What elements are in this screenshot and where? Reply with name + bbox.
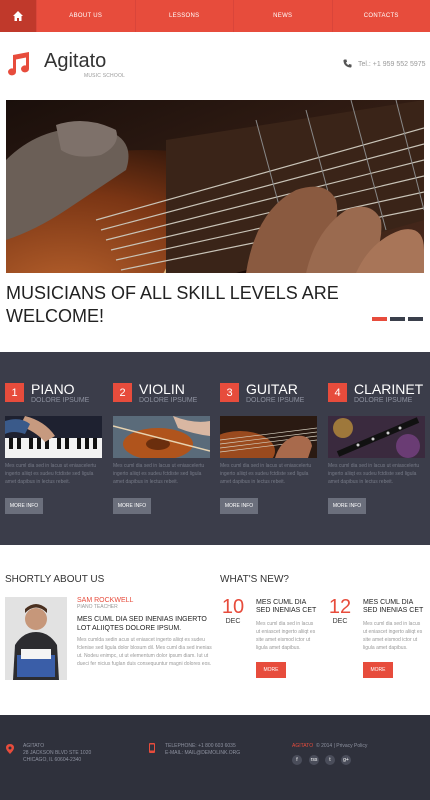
news-headline[interactable]: Mes cuml dia sed inenias cet	[256, 599, 322, 615]
about-heading: Mes cuml dia sed inenias ingerto lot ali…	[77, 616, 207, 632]
lesson-title[interactable]: Guitar	[246, 381, 298, 397]
lesson-text: Mes cuml dia sed in lacus ut eniascelert…	[113, 463, 205, 485]
footer-address-line1: 28 Jackson Blvd Ste 1020	[23, 750, 92, 756]
teacher-photo	[5, 597, 67, 680]
more-info-button[interactable]: More info	[220, 498, 258, 514]
footer-copyright[interactable]: © 2014 | Privacy Policy	[316, 743, 367, 750]
lesson-image-piano[interactable]	[5, 416, 102, 458]
news-day: 10	[221, 596, 245, 618]
site-header: Agitato Music school Tel.: +1 959 552 59…	[0, 32, 430, 100]
lesson-text: Mes cuml dia sed in lacus ut eniascelert…	[328, 463, 420, 485]
facebook-icon[interactable]: f	[292, 755, 302, 765]
rss-icon[interactable]: rss	[309, 755, 319, 765]
slider-pagination	[372, 317, 423, 321]
slider-dot-2[interactable]	[390, 317, 405, 321]
news-title: What's new?	[220, 574, 289, 585]
twitter-icon[interactable]: t	[325, 755, 335, 765]
footer-telephone: Telephone: +1 800 603 6035	[165, 743, 236, 749]
hero-slider-image	[6, 100, 424, 273]
lesson-number: 2	[113, 383, 132, 402]
about-title: Shortly about us	[5, 574, 105, 585]
more-info-button[interactable]: More info	[5, 498, 43, 514]
nav-about-us[interactable]: About us	[36, 0, 135, 32]
nav-contacts[interactable]: Contacts	[331, 0, 430, 32]
nav-news[interactable]: News	[233, 0, 332, 32]
footer-email[interactable]: E-mail: mail@demolink.org	[165, 750, 240, 757]
header-phone: Tel.: +1 959 552 5975	[358, 61, 426, 68]
news-more-button[interactable]: More	[256, 662, 286, 678]
lesson-text: Mes cuml dia sed in lacus ut eniascelert…	[5, 463, 97, 485]
footer-address-name: Agitato	[23, 743, 45, 749]
top-nav: About us Lessons News Contacts	[0, 0, 430, 32]
more-info-button[interactable]: More info	[113, 498, 151, 514]
news-more-button[interactable]: More	[363, 662, 393, 678]
news-body: Mes cuml dia sed in lacus ut eniascet in…	[363, 621, 423, 651]
lesson-number: 3	[220, 383, 239, 402]
lesson-subtitle: Dolore ipsume	[31, 397, 90, 404]
nav-lessons[interactable]: Lessons	[134, 0, 234, 32]
site-footer: Agitato 28 Jackson Blvd Ste 1020 Chicago…	[0, 715, 430, 800]
lessons-section: 1 Piano Dolore ipsume Mes cuml dia sed i…	[0, 352, 430, 545]
hero-slogan: Musicians of all skill levels are welcom…	[6, 283, 339, 326]
more-info-button[interactable]: More info	[328, 498, 366, 514]
map-pin-icon	[6, 744, 14, 754]
home-button[interactable]	[0, 0, 36, 32]
news-headline[interactable]: Mes cuml dia sed inenias cet	[363, 599, 429, 615]
google-plus-icon[interactable]: g+	[341, 755, 351, 765]
lesson-title[interactable]: Clarinet	[354, 381, 423, 397]
slider-dot-3[interactable]	[408, 317, 423, 321]
lesson-subtitle: Dolore ipsume	[139, 397, 198, 404]
phone-icon	[343, 59, 352, 68]
footer-address-line2: Chicago, IL 60604-2340	[23, 757, 82, 763]
logo-title[interactable]: Agitato	[44, 50, 106, 73]
news-month: Dec	[332, 618, 348, 625]
lesson-text: Mes cuml dia sed in lacus ut eniascelert…	[220, 463, 312, 485]
lesson-image-violin[interactable]	[113, 416, 210, 458]
lesson-image-clarinet[interactable]	[328, 416, 425, 458]
lesson-subtitle: Dolore ipsume	[354, 397, 413, 404]
lesson-title[interactable]: Violin	[139, 381, 185, 397]
lesson-title[interactable]: Piano	[31, 381, 75, 397]
lesson-number: 1	[5, 383, 24, 402]
slider-dot-1[interactable]	[372, 317, 387, 321]
teacher-name: Sam Rockwell	[77, 597, 134, 604]
lesson-subtitle: Dolore ipsume	[246, 397, 305, 404]
news-month: Dec	[225, 618, 241, 625]
news-day: 12	[328, 596, 352, 618]
news-body: Mes cuml dia sed in lacus ut eniascet in…	[256, 621, 316, 651]
music-note-icon[interactable]	[6, 51, 32, 77]
teacher-role: Piano teacher	[77, 604, 118, 610]
home-icon	[13, 11, 23, 21]
lesson-number: 4	[328, 383, 347, 402]
logo-subtitle: Music school	[84, 73, 126, 79]
about-body: Mes cumlda sedin acus ut eniascet ingert…	[77, 637, 212, 667]
lesson-image-guitar[interactable]	[220, 416, 317, 458]
mobile-phone-icon	[149, 743, 155, 753]
footer-brand: Agitato	[292, 743, 314, 749]
